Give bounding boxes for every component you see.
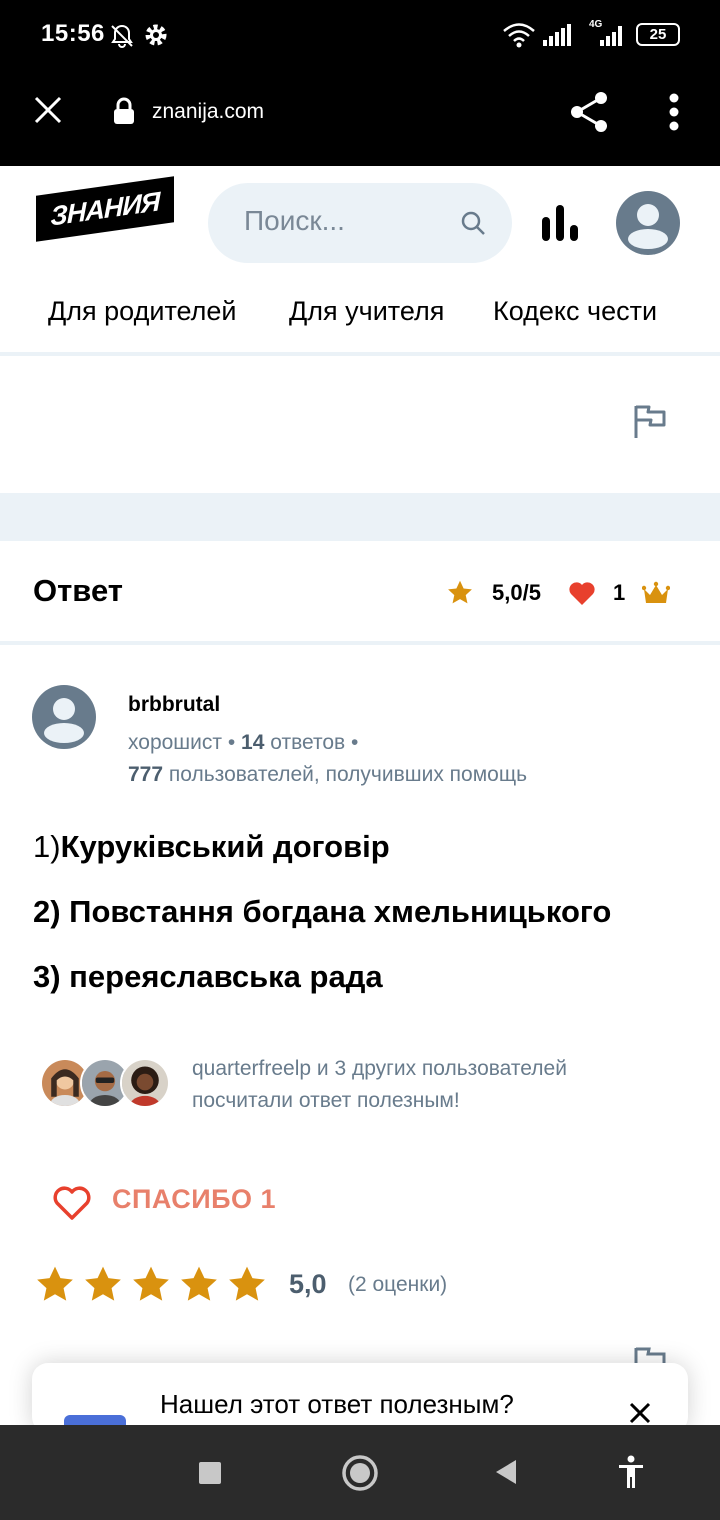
separator-dot: • — [351, 731, 359, 754]
separator-dot: • — [227, 731, 242, 754]
author-rank: хорошист — [128, 731, 222, 754]
author-meta: хорошист • 14 ответов • — [128, 731, 358, 755]
thanks-heart-icon[interactable] — [52, 1185, 92, 1221]
section-divider — [0, 493, 720, 541]
leaderboard-icon[interactable] — [540, 203, 580, 243]
star-icon[interactable] — [178, 1264, 220, 1306]
author-avatar[interactable] — [32, 685, 96, 749]
answer-line-prefix: 1) — [33, 829, 61, 864]
share-icon[interactable] — [569, 91, 609, 133]
more-menu-icon[interactable] — [668, 93, 680, 131]
nav-honor-code[interactable]: Кодекс чести — [493, 296, 657, 327]
wifi-icon — [503, 23, 535, 48]
status-bar: 15:56 4G 25 — [0, 0, 720, 70]
author-answers-label: ответов — [270, 731, 346, 754]
star-icon[interactable] — [34, 1264, 76, 1306]
author-answers-count: 14 — [241, 731, 265, 754]
answer-likes: 1 — [613, 580, 626, 605]
heart-icon — [569, 582, 595, 605]
profile-avatar[interactable] — [616, 191, 680, 255]
recents-icon[interactable] — [199, 1462, 221, 1484]
star-icon — [448, 580, 472, 604]
bell-off-icon — [111, 24, 133, 48]
close-icon[interactable] — [629, 1402, 651, 1424]
search-icon[interactable] — [460, 210, 486, 236]
popup-question: Нашел этот ответ полезным? — [160, 1389, 514, 1419]
url-text[interactable]: znanija.com — [152, 100, 264, 124]
rating-value: 5,0 — [289, 1269, 327, 1299]
author-helped: 777 пользователей, получивших помощь — [128, 763, 527, 787]
thanks-button[interactable]: СПАСИБО 1 — [112, 1184, 276, 1215]
back-icon[interactable] — [494, 1458, 518, 1486]
star-icon[interactable] — [226, 1264, 268, 1306]
crown-icon — [642, 581, 670, 603]
home-icon[interactable] — [341, 1454, 379, 1492]
nav-teacher[interactable]: Для учителя — [289, 296, 444, 327]
rating-count: (2 оценки) — [348, 1273, 448, 1296]
author-helped-count: 777 — [128, 763, 164, 786]
answer-line-3: 3) переяславська рада — [33, 959, 383, 994]
system-nav-bar — [0, 1425, 720, 1520]
close-icon[interactable] — [33, 95, 63, 125]
signal-4g-icon — [600, 26, 622, 46]
answer-line-2: 2) Повстання богдана хмельницького — [33, 894, 612, 929]
feedback-popup: Нашел этот ответ полезным? — [32, 1363, 688, 1433]
signal-icon — [543, 24, 571, 46]
browser-toolbar: znanija.com — [0, 70, 720, 166]
author-helped-label: пользователей, получивших помощь — [168, 763, 528, 786]
status-time: 15:56 — [41, 20, 105, 47]
battery-level: 25 — [649, 26, 667, 43]
battery-icon: 25 — [636, 23, 680, 46]
answer-title: Ответ — [33, 573, 123, 608]
lock-icon — [114, 97, 134, 124]
helper-avatar-3 — [120, 1058, 170, 1108]
star-icon[interactable] — [130, 1264, 172, 1306]
search-placeholder: Поиск... — [244, 205, 345, 236]
helpful-text: quarterfreelp и 3 других пользователей п… — [192, 1057, 567, 1112]
accessibility-icon[interactable] — [617, 1455, 645, 1489]
star-icon[interactable] — [82, 1264, 124, 1306]
answer-line-text: Куруківський договір — [60, 829, 390, 864]
author-name[interactable]: brbbrutal — [128, 693, 220, 717]
answer-line-1: 1)Куруківський договір — [33, 829, 390, 865]
flag-icon[interactable] — [633, 404, 667, 440]
search-input[interactable]: Поиск... — [208, 183, 512, 263]
gear-icon — [145, 24, 167, 46]
answer-rating: 5,0/5 — [492, 580, 541, 605]
nav-parents[interactable]: Для родителей — [48, 296, 236, 327]
question-actions — [0, 360, 720, 493]
